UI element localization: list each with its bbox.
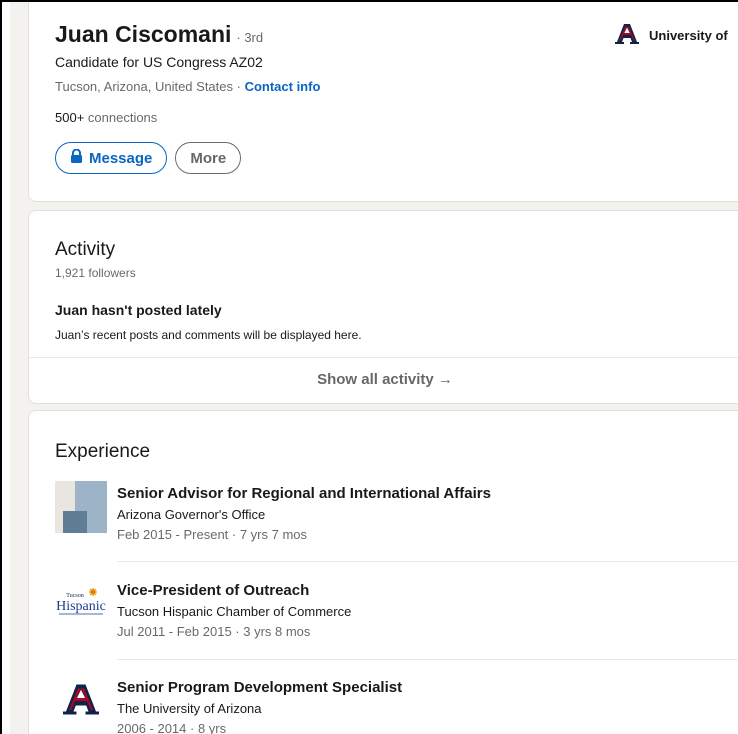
job-title: Senior Advisor for Regional and Internat… bbox=[117, 485, 491, 502]
contact-info-link[interactable]: Contact info bbox=[245, 79, 321, 94]
experience-divider bbox=[117, 561, 738, 562]
location-row: Tucson, Arizona, United States · Contact… bbox=[55, 79, 320, 94]
message-button[interactable]: Message bbox=[55, 142, 168, 174]
job-title: Vice-President of Outreach bbox=[117, 582, 310, 599]
show-all-activity-link[interactable]: Show all activity → bbox=[29, 371, 738, 388]
lock-icon bbox=[70, 148, 83, 167]
experience-card: Experience Senior Advisor for Regional a… bbox=[28, 410, 738, 734]
job-dates: 2006 - 2014 · 8 yrs bbox=[117, 721, 227, 734]
profile-card: Juan Ciscomani · 3rd Candidate for US Co… bbox=[28, 2, 738, 202]
job-dates: Jul 2011 - Feb 2015 · 3 yrs 8 mos bbox=[117, 624, 311, 639]
company-name: The University of Arizona bbox=[117, 701, 262, 716]
left-gutter bbox=[2, 2, 10, 734]
experience-item[interactable]: Senior Advisor for Regional and Internat… bbox=[55, 481, 491, 542]
education-link[interactable]: University of bbox=[615, 23, 728, 48]
connections-count[interactable]: 500+ connections bbox=[55, 110, 157, 125]
no-posts-title: Juan hasn't posted lately bbox=[55, 302, 222, 318]
more-button-label: More bbox=[190, 149, 227, 167]
job-title: Senior Program Development Specialist bbox=[117, 679, 403, 696]
university-of-arizona-logo-icon bbox=[55, 675, 107, 727]
logo-text-main: Hispanic bbox=[56, 599, 106, 614]
activity-title: Activity bbox=[55, 239, 116, 260]
profile-location: Tucson, Arizona, United States · bbox=[55, 79, 245, 94]
connection-degree: · 3rd bbox=[236, 30, 264, 45]
university-of-arizona-logo-icon bbox=[615, 23, 639, 48]
message-button-label: Message bbox=[89, 149, 153, 167]
followers-count: 1,921 followers bbox=[55, 266, 136, 280]
company-name: Tucson Hispanic Chamber of Commerce bbox=[117, 604, 352, 619]
profile-name: Juan Ciscomani bbox=[55, 21, 232, 47]
tucson-hispanic-chamber-logo-icon: Tucson Hispanic bbox=[55, 578, 107, 630]
activity-card: Activity 1,921 followers Juan hasn't pos… bbox=[28, 210, 738, 404]
company-name: Arizona Governor's Office bbox=[117, 507, 266, 522]
experience-item[interactable]: Tucson Hispanic Vice-President of Outrea… bbox=[55, 578, 351, 639]
name-row: Juan Ciscomani · 3rd bbox=[55, 21, 263, 48]
no-posts-description: Juan’s recent posts and comments will be… bbox=[55, 328, 362, 342]
experience-title: Experience bbox=[55, 441, 151, 462]
page-frame: Juan Ciscomani · 3rd Candidate for US Co… bbox=[0, 0, 738, 734]
connections-label: connections bbox=[84, 110, 158, 125]
job-dates: Feb 2015 - Present · 7 yrs 7 mos bbox=[117, 527, 308, 542]
experience-divider bbox=[117, 659, 738, 660]
more-button[interactable]: More bbox=[175, 142, 242, 174]
connections-number: 500+ bbox=[55, 110, 85, 125]
company-placeholder-logo-icon bbox=[55, 481, 107, 533]
school-name: University of bbox=[649, 28, 728, 43]
profile-actions: Message More bbox=[55, 142, 242, 174]
activity-divider bbox=[29, 357, 738, 358]
experience-item[interactable]: Senior Program Development Specialist Th… bbox=[55, 675, 402, 734]
profile-headline: Candidate for US Congress AZ02 bbox=[55, 54, 263, 70]
